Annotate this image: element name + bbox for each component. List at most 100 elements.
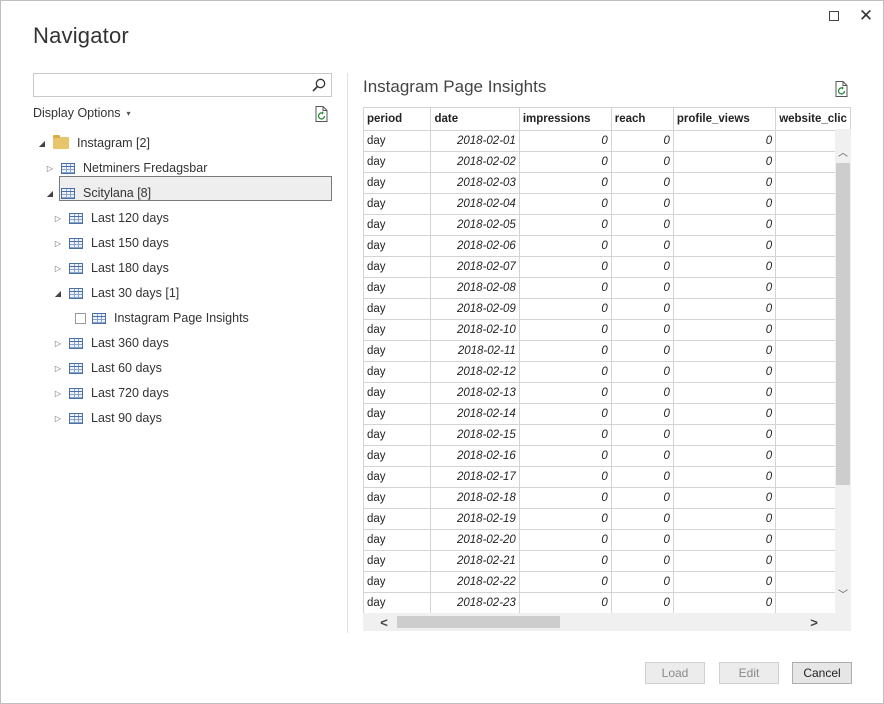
- column-header-impressions[interactable]: impressions: [519, 108, 612, 131]
- search-icon[interactable]: [311, 77, 327, 93]
- tree-node-instagram[interactable]: ◢ Instagram [2]: [37, 131, 150, 155]
- column-header-period[interactable]: period: [364, 108, 432, 131]
- scroll-down-icon[interactable]: ﹀: [835, 585, 851, 601]
- collapsed-icon[interactable]: ▷: [53, 389, 63, 398]
- table-row[interactable]: day 2018-02-05 0 0 0: [364, 214, 851, 236]
- collapsed-icon[interactable]: ▷: [53, 339, 63, 348]
- tree-node-last-150-days[interactable]: ▷ Last 150 days: [53, 231, 169, 255]
- cell-period: day: [364, 592, 432, 613]
- preview-table[interactable]: period date impressions reach profile_vi…: [363, 107, 851, 613]
- tree-node-last-30-days[interactable]: ◢ Last 30 days [1]: [53, 281, 179, 305]
- vertical-scrollbar[interactable]: ︿ ﹀: [835, 129, 851, 613]
- search-field[interactable]: [34, 74, 304, 96]
- table-row[interactable]: day 2018-02-16 0 0 0: [364, 445, 851, 467]
- tree-node-netminers[interactable]: ▷ Netminers Fredagsbar: [45, 156, 207, 180]
- cell-profile-views: 0: [673, 235, 777, 257]
- display-options-label: Display Options: [33, 106, 121, 120]
- table-row[interactable]: day 2018-02-01 0 0 0: [364, 130, 851, 152]
- table-row[interactable]: day 2018-02-19 0 0 0: [364, 508, 851, 530]
- cell-impressions: 0: [519, 151, 612, 173]
- collapsed-icon[interactable]: ▷: [53, 414, 63, 423]
- cell-profile-views: 0: [673, 130, 777, 152]
- tree-node-last-360-days[interactable]: ▷ Last 360 days: [53, 331, 169, 355]
- cancel-button[interactable]: Cancel: [792, 662, 852, 684]
- table-row[interactable]: day 2018-02-07 0 0 0: [364, 256, 851, 278]
- scroll-left-icon[interactable]: <: [375, 613, 393, 631]
- cell-date: 2018-02-02: [430, 151, 520, 173]
- collapsed-icon[interactable]: ▷: [53, 239, 63, 248]
- tree-node-last-180-days[interactable]: ▷ Last 180 days: [53, 256, 169, 280]
- collapsed-icon[interactable]: ▷: [53, 364, 63, 373]
- table-row[interactable]: day 2018-02-15 0 0 0: [364, 424, 851, 446]
- scroll-right-icon[interactable]: >: [805, 613, 823, 631]
- table-row[interactable]: day 2018-02-03 0 0 0: [364, 172, 851, 194]
- cell-date: 2018-02-01: [430, 130, 520, 152]
- tree-node-last-120-days[interactable]: ▷ Last 120 days: [53, 206, 169, 230]
- cell-date: 2018-02-11: [430, 340, 520, 362]
- table-row[interactable]: day 2018-02-22 0 0 0: [364, 571, 851, 593]
- cell-period: day: [364, 319, 432, 341]
- column-header-profile-views[interactable]: profile_views: [673, 108, 777, 131]
- tree-node-label: Netminers Fredagsbar: [83, 161, 208, 175]
- cell-profile-views: 0: [673, 529, 777, 551]
- cell-date: 2018-02-18: [430, 487, 520, 509]
- table-row[interactable]: day 2018-02-10 0 0 0: [364, 319, 851, 341]
- table-row[interactable]: day 2018-02-08 0 0 0: [364, 277, 851, 299]
- pane-divider[interactable]: [347, 73, 348, 633]
- column-header-reach[interactable]: reach: [611, 108, 674, 131]
- tree-node-scitylana[interactable]: ◢ Scitylana [8]: [45, 181, 151, 205]
- close-button[interactable]: ✕: [855, 5, 877, 27]
- tree-node-last-90-days[interactable]: ▷ Last 90 days: [53, 406, 162, 430]
- collapsed-icon[interactable]: ▷: [53, 264, 63, 273]
- horizontal-scroll-thumb[interactable]: [397, 616, 560, 628]
- cell-period: day: [364, 403, 432, 425]
- tree-node-last-60-days[interactable]: ▷ Last 60 days: [53, 356, 162, 380]
- cell-date: 2018-02-06: [430, 235, 520, 257]
- table-row[interactable]: day 2018-02-23 0 0 0: [364, 592, 851, 613]
- cell-date: 2018-02-21: [430, 550, 520, 572]
- search-input[interactable]: [33, 73, 332, 97]
- cell-reach: 0: [611, 256, 674, 278]
- collapsed-icon[interactable]: ▷: [53, 214, 63, 223]
- expanded-icon[interactable]: ◢: [53, 289, 63, 298]
- cell-reach: 0: [611, 235, 674, 257]
- table-row[interactable]: day 2018-02-09 0 0 0: [364, 298, 851, 320]
- cell-date: 2018-02-03: [430, 172, 520, 194]
- column-header-date[interactable]: date: [430, 108, 520, 131]
- expanded-icon[interactable]: ◢: [37, 139, 47, 148]
- tree-node-last-720-days[interactable]: ▷ Last 720 days: [53, 381, 169, 405]
- scroll-up-icon[interactable]: ︿: [835, 143, 851, 159]
- table-row[interactable]: day 2018-02-13 0 0 0: [364, 382, 851, 404]
- table-row[interactable]: day 2018-02-11 0 0 0: [364, 340, 851, 362]
- table-row[interactable]: day 2018-02-06 0 0 0: [364, 235, 851, 257]
- maximize-button[interactable]: [823, 5, 845, 27]
- table-icon: [69, 262, 83, 274]
- table-row[interactable]: day 2018-02-12 0 0 0: [364, 361, 851, 383]
- table-row[interactable]: day 2018-02-20 0 0 0: [364, 529, 851, 551]
- table-icon: [69, 362, 83, 374]
- table-row[interactable]: day 2018-02-02 0 0 0: [364, 151, 851, 173]
- display-options-dropdown[interactable]: Display Options ▾: [33, 106, 131, 120]
- expanded-icon[interactable]: ◢: [45, 189, 55, 198]
- cell-reach: 0: [611, 382, 674, 404]
- cell-impressions: 0: [519, 403, 612, 425]
- load-button[interactable]: Load: [645, 662, 705, 684]
- horizontal-scrollbar[interactable]: < >: [363, 613, 851, 631]
- select-checkbox[interactable]: [75, 312, 86, 324]
- cell-reach: 0: [611, 319, 674, 341]
- cell-impressions: 0: [519, 508, 612, 530]
- cell-date: 2018-02-09: [430, 298, 520, 320]
- edit-button[interactable]: Edit: [719, 662, 779, 684]
- tree-node-instagram-page-insights[interactable]: Instagram Page Insights: [59, 306, 249, 330]
- column-header-website-clicks[interactable]: website_clic: [775, 108, 851, 131]
- table-row[interactable]: day 2018-02-18 0 0 0: [364, 487, 851, 509]
- table-row[interactable]: day 2018-02-21 0 0 0: [364, 550, 851, 572]
- cell-date: 2018-02-15: [430, 424, 520, 446]
- table-row[interactable]: day 2018-02-17 0 0 0: [364, 466, 851, 488]
- vertical-scroll-thumb[interactable]: [836, 163, 850, 485]
- table-row[interactable]: day 2018-02-04 0 0 0: [364, 193, 851, 215]
- refresh-preview-icon[interactable]: [833, 80, 851, 98]
- collapsed-icon[interactable]: ▷: [45, 164, 55, 173]
- table-row[interactable]: day 2018-02-14 0 0 0: [364, 403, 851, 425]
- refresh-icon[interactable]: [313, 105, 331, 123]
